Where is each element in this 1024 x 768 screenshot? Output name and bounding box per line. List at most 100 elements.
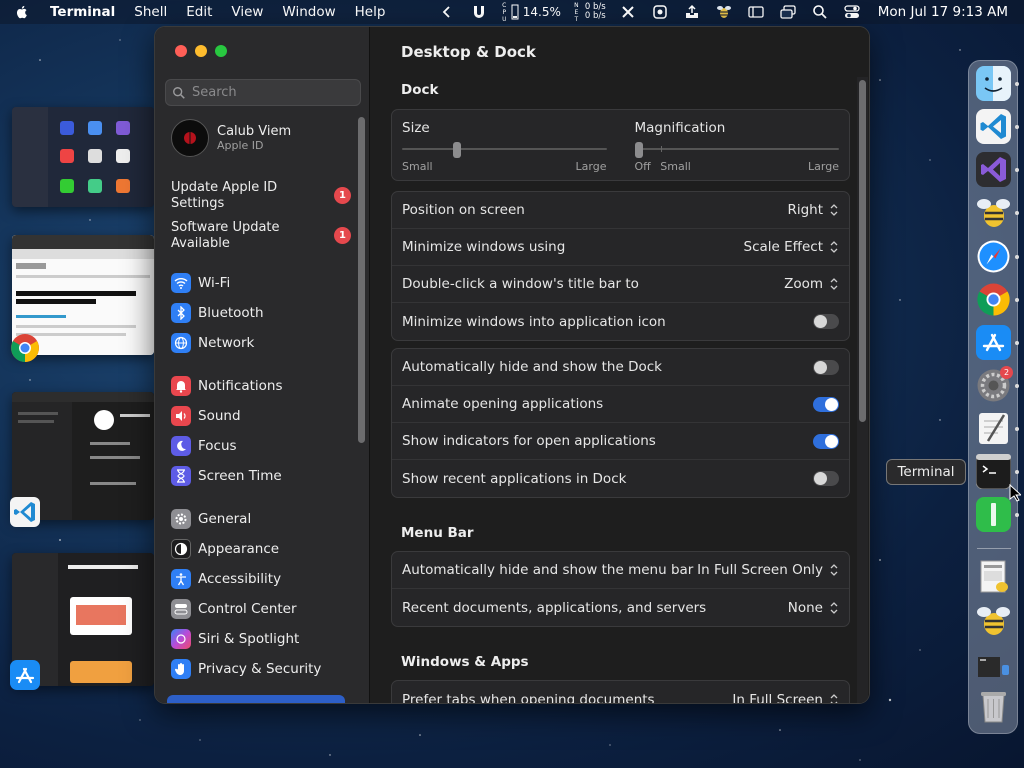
- setting-label: Recent documents, applications, and serv…: [402, 599, 707, 616]
- record-icon[interactable]: [649, 2, 671, 22]
- search-input[interactable]: [192, 85, 352, 100]
- notice-label: Software Update Available: [171, 220, 280, 251]
- bee-icon[interactable]: [713, 2, 735, 22]
- dock-downloads-stack[interactable]: [976, 651, 1011, 686]
- running-indicator: [1015, 427, 1019, 431]
- update-apple-id-notice[interactable]: Update Apple ID Settings 1: [171, 180, 351, 212]
- sidebar-item-network[interactable]: Network: [171, 332, 254, 354]
- apple-logo-icon[interactable]: [14, 4, 30, 20]
- cpu-bar-icon: [511, 4, 519, 20]
- cpu-monitor[interactable]: CPU 14.5%: [501, 2, 561, 23]
- menu-app-name[interactable]: Terminal: [50, 4, 115, 20]
- dock-separator: [977, 548, 1011, 549]
- software-update-notice[interactable]: Software Update Available 1: [171, 220, 351, 252]
- popup-value: None: [787, 599, 823, 616]
- content-scrollbar[interactable]: [859, 80, 866, 422]
- app-store-icon[interactable]: [10, 660, 40, 690]
- dock-vscode[interactable]: [976, 109, 1011, 144]
- sidebar-item-wifi[interactable]: Wi-Fi: [171, 272, 230, 294]
- animate-opening-toggle[interactable]: [813, 396, 839, 412]
- sidebar-item-appearance[interactable]: Appearance: [171, 538, 279, 560]
- prefer-tabs-popup[interactable]: In Full Screen: [732, 692, 839, 703]
- sidebar-item-accessibility[interactable]: Accessibility: [171, 568, 281, 590]
- running-indicator: [1015, 298, 1019, 302]
- minimize-effect-popup[interactable]: Scale Effect: [744, 239, 839, 255]
- spotlight-search-icon[interactable]: [809, 2, 831, 22]
- sidebar-item-bluetooth[interactable]: Bluetooth: [171, 302, 264, 324]
- size-slider-thumb[interactable]: [453, 142, 462, 158]
- net-label: NET: [572, 1, 580, 23]
- popup-value: Zoom: [784, 276, 823, 292]
- dock-system-settings[interactable]: 2: [976, 366, 1013, 403]
- double-click-popup[interactable]: Zoom: [784, 276, 839, 292]
- dock-app-store[interactable]: [976, 325, 1011, 360]
- dock-finder[interactable]: [976, 66, 1011, 101]
- dock-bee-recent[interactable]: [976, 603, 1011, 638]
- sidebar-item-sound[interactable]: Sound: [171, 405, 241, 427]
- account-subtitle: Apple ID: [217, 139, 264, 152]
- sidebar-list-icon[interactable]: [745, 2, 767, 22]
- window-stack-icon[interactable]: [777, 2, 799, 22]
- chrome-icon[interactable]: [10, 333, 40, 363]
- dock-safari[interactable]: [976, 239, 1011, 274]
- minimize-button[interactable]: [195, 45, 207, 57]
- sidebar-search[interactable]: [165, 79, 361, 106]
- updown-chevron-icon: [830, 693, 838, 703]
- apple-id-account[interactable]: Calub Viem Apple ID: [171, 119, 291, 157]
- menu-bar-settings-group: Automatically hide and show the menu bar…: [391, 551, 850, 627]
- close-button[interactable]: [175, 45, 187, 57]
- sidebar-item-label: General: [198, 511, 252, 527]
- dock-visual-studio[interactable]: [976, 152, 1011, 187]
- running-indicator: [1015, 125, 1019, 129]
- upload-tray-icon[interactable]: [681, 2, 703, 22]
- magnification-slider[interactable]: [634, 142, 839, 158]
- sidebar-item-general[interactable]: General: [171, 508, 251, 530]
- menu-extras: CPU 14.5% NET 0 b/s 0 b/s Mon Jul 17 9:1…: [431, 2, 1014, 23]
- avatar: [171, 119, 209, 157]
- show-recent-apps-toggle[interactable]: [813, 471, 839, 486]
- app-store-icon: [976, 325, 1011, 360]
- position-popup[interactable]: Right: [787, 202, 839, 218]
- dock-bee-app[interactable]: [976, 195, 1011, 230]
- control-center-icon[interactable]: [841, 2, 863, 22]
- sidebar-scrollbar[interactable]: [358, 117, 365, 443]
- menu-shell[interactable]: Shell: [134, 4, 167, 20]
- auto-hide-menu-bar-popup[interactable]: In Full Screen Only: [697, 562, 839, 578]
- sidebar-item-control-center[interactable]: Control Center: [171, 598, 297, 620]
- minimize-into-icon-toggle[interactable]: [813, 314, 839, 329]
- sidebar-item-privacy-security[interactable]: Privacy & Security: [171, 658, 321, 680]
- chevron-left-icon[interactable]: [436, 2, 458, 22]
- dock-chrome[interactable]: [976, 282, 1011, 317]
- network-monitor[interactable]: NET 0 b/s 0 b/s: [573, 2, 606, 23]
- stage-thumbnail-launchpad[interactable]: [12, 107, 154, 207]
- show-indicators-toggle[interactable]: [813, 433, 839, 449]
- magnification-slider-thumb[interactable]: [634, 142, 643, 158]
- magnet-icon[interactable]: [468, 2, 490, 22]
- dock-toggles-group: Automatically hide and show the Dock Ani…: [391, 348, 850, 498]
- vscode-icon[interactable]: [10, 497, 40, 527]
- sidebar-item-focus[interactable]: Focus: [171, 435, 237, 457]
- hourglass-icon: [171, 466, 191, 486]
- menu-help[interactable]: Help: [355, 4, 386, 20]
- dock-trash[interactable]: [976, 689, 1011, 724]
- auto-hide-dock-toggle[interactable]: [813, 359, 839, 375]
- sidebar-item-notifications[interactable]: Notifications: [171, 375, 283, 397]
- menu-edit[interactable]: Edit: [186, 4, 212, 20]
- tools-icon[interactable]: [617, 2, 639, 22]
- menu-clock[interactable]: Mon Jul 17 9:13 AM: [878, 4, 1008, 20]
- menu-window[interactable]: Window: [282, 4, 335, 20]
- vscode-icon: [976, 109, 1011, 144]
- size-slider[interactable]: [402, 142, 607, 158]
- dock-recent-document[interactable]: [976, 559, 1011, 594]
- recent-documents-popup[interactable]: None: [788, 600, 839, 616]
- cpu-label: CPU: [500, 1, 508, 23]
- sidebar-selected-item[interactable]: [167, 695, 345, 703]
- menu-view[interactable]: View: [231, 4, 263, 20]
- sidebar-item-label: Accessibility: [198, 571, 282, 587]
- sidebar-item-screen-time[interactable]: Screen Time: [171, 465, 282, 487]
- dock-numbers[interactable]: [976, 497, 1011, 532]
- dock-script-editor[interactable]: [976, 411, 1011, 446]
- dock-terminal[interactable]: [976, 454, 1011, 489]
- zoom-button[interactable]: [215, 45, 227, 57]
- sidebar-item-siri-spotlight[interactable]: Siri & Spotlight: [171, 628, 299, 650]
